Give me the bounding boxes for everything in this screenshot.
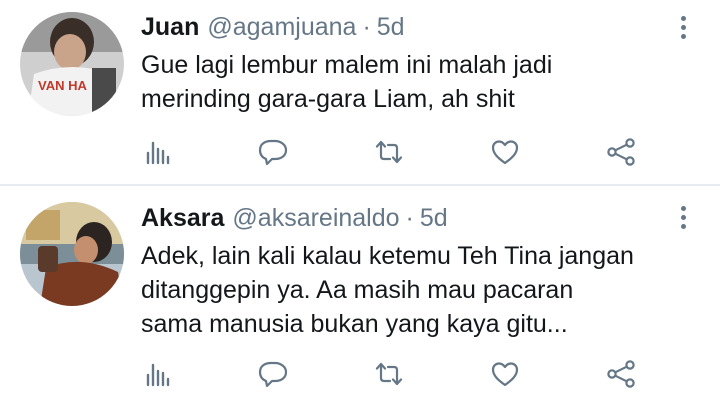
reply-icon[interactable] bbox=[255, 134, 291, 170]
tweet-card[interactable]: Aksara @aksareinaldo · 5d Adek, lain kal… bbox=[0, 186, 720, 404]
tweet-header: Juan @agamjuana · 5d bbox=[141, 13, 405, 45]
share-icon[interactable] bbox=[603, 134, 639, 170]
tweet-card[interactable]: VAN HA Juan @agamjuana · 5d Gue lagi lem… bbox=[0, 0, 720, 184]
separator-dot: · bbox=[362, 13, 371, 41]
more-icon[interactable] bbox=[678, 16, 688, 46]
more-icon[interactable] bbox=[678, 206, 688, 236]
analytics-icon[interactable] bbox=[139, 356, 175, 392]
timestamp[interactable]: 5d bbox=[420, 204, 448, 233]
tweet-text-line: Adek, lain kali kalau ketemu Teh Tina ja… bbox=[141, 242, 634, 270]
tweet-text: Adek, lain kali kalau ketemu Teh Tina ja… bbox=[141, 239, 701, 341]
avatar-shirt-text: VAN HA bbox=[38, 78, 87, 93]
reply-icon[interactable] bbox=[255, 356, 291, 392]
separator-dot: · bbox=[405, 204, 414, 232]
author-handle[interactable]: @aksareinaldo bbox=[232, 204, 399, 233]
avatar-photo: VAN HA bbox=[20, 12, 124, 116]
tweet-actions bbox=[0, 134, 720, 170]
like-icon[interactable] bbox=[487, 134, 523, 170]
author-name[interactable]: Aksara bbox=[141, 204, 224, 233]
tweet-text-line: merinding gara-gara Liam, ah shit bbox=[141, 85, 515, 113]
tweet-header: Aksara @aksareinaldo · 5d bbox=[141, 204, 448, 236]
like-icon[interactable] bbox=[487, 356, 523, 392]
author-handle[interactable]: @agamjuana bbox=[207, 13, 356, 42]
timestamp[interactable]: 5d bbox=[377, 13, 405, 42]
analytics-icon[interactable] bbox=[139, 134, 175, 170]
author-name[interactable]: Juan bbox=[141, 13, 199, 42]
avatar-photo bbox=[20, 202, 124, 306]
tweet-text-line: ditanggepin ya. Aa masih mau pacaran bbox=[141, 276, 574, 304]
retweet-icon[interactable] bbox=[371, 356, 407, 392]
retweet-icon[interactable] bbox=[371, 134, 407, 170]
avatar[interactable] bbox=[20, 202, 124, 306]
tweet-text-line: Gue lagi lembur malem ini malah jadi bbox=[141, 51, 553, 79]
tweet-text-line: sama manusia bukan yang kaya gitu... bbox=[141, 310, 568, 338]
tweet-actions bbox=[0, 356, 720, 392]
avatar[interactable]: VAN HA bbox=[20, 12, 124, 116]
tweet-text: Gue lagi lembur malem ini malah jadi mer… bbox=[141, 48, 701, 116]
share-icon[interactable] bbox=[603, 356, 639, 392]
